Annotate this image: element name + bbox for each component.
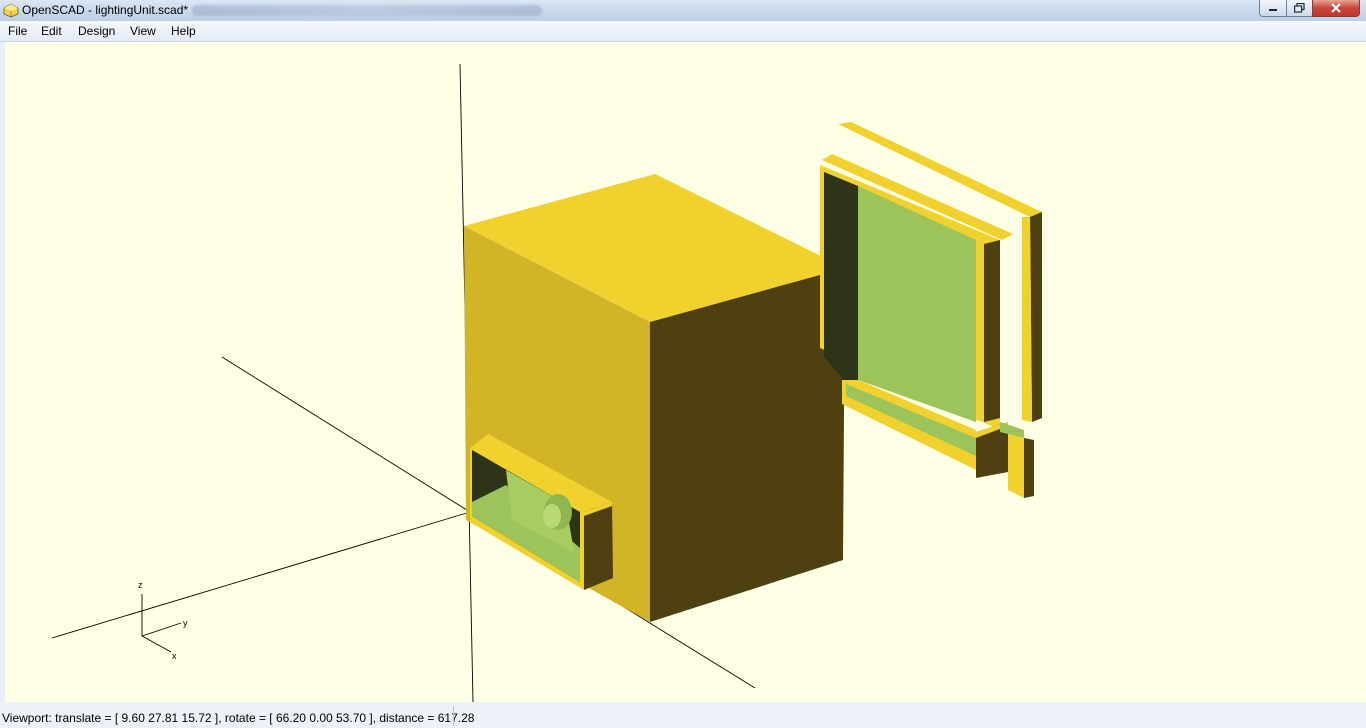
maximize-icon	[1294, 3, 1305, 13]
title-path-blurred	[192, 5, 542, 16]
menu-view[interactable]: View	[130, 24, 156, 38]
menu-bar: File Edit Design View Help	[0, 21, 1366, 42]
openscad-icon	[3, 3, 19, 18]
status-bar: Viewport: translate = [ 9.60 27.81 15.72…	[0, 702, 1366, 728]
main-box	[464, 174, 845, 622]
minimize-icon	[1269, 9, 1277, 11]
menu-help[interactable]: Help	[171, 24, 196, 38]
menu-design[interactable]: Design	[78, 24, 115, 38]
gizmo-label-y: y	[183, 618, 188, 628]
status-separator	[453, 706, 454, 726]
title-bar[interactable]: OpenSCAD - lightingUnit.scad*	[0, 0, 1366, 21]
close-icon	[1331, 3, 1341, 13]
maximize-button[interactable]	[1286, 0, 1313, 17]
axes-gizmo	[141, 594, 182, 653]
lid-panel	[820, 122, 1042, 498]
menu-edit[interactable]: Edit	[41, 24, 62, 38]
gizmo-label-z: z	[138, 580, 143, 590]
openscad-window: OpenSCAD - lightingUnit.scad* File Edit …	[0, 0, 1366, 728]
close-button[interactable]	[1312, 0, 1360, 17]
model-render: z y x	[51, 63, 1042, 702]
menu-file[interactable]: File	[8, 24, 27, 38]
gizmo-label-x: x	[172, 651, 177, 661]
viewport-status: Viewport: translate = [ 9.60 27.81 15.72…	[2, 711, 475, 725]
window-title: OpenSCAD - lightingUnit.scad*	[22, 3, 189, 17]
minimize-button[interactable]	[1259, 0, 1287, 17]
3d-viewport[interactable]: z y x	[5, 42, 1366, 702]
